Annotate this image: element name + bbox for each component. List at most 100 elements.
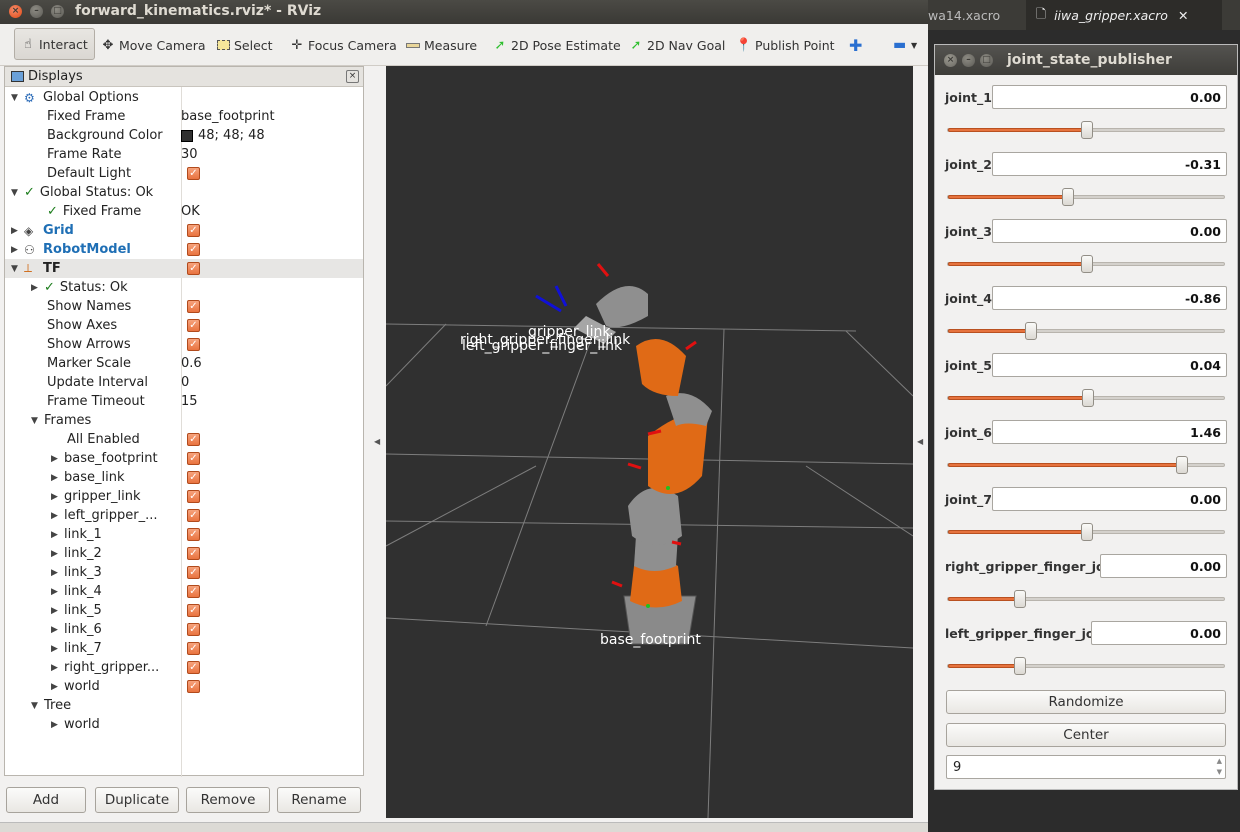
move-camera-tool-button[interactable]: ✥ Move Camera <box>101 33 206 57</box>
row-value[interactable]: ✓ <box>181 620 200 639</box>
row-value[interactable]: 30 <box>181 145 198 164</box>
focus-camera-tool-button[interactable]: ✛ Focus Camera <box>290 33 397 57</box>
3d-viewport[interactable]: gripper_link right_gripper_finger_link l… <box>386 66 913 818</box>
frame-item[interactable]: ▶ right_gripper... ✓ <box>5 658 363 677</box>
minimize-window-button[interactable]: – <box>30 5 43 18</box>
frame-item[interactable]: ▶ base_link ✓ <box>5 468 363 487</box>
slider-thumb[interactable] <box>1082 389 1095 407</box>
row-value[interactable]: ✓ <box>181 221 200 240</box>
joint-value-field[interactable]: -0.86 <box>992 286 1227 310</box>
collapse-arrow-icon[interactable]: ▶ <box>51 587 61 597</box>
joint-value-field[interactable]: -0.31 <box>992 152 1227 176</box>
spin-down-icon[interactable]: ▼ <box>1217 768 1222 776</box>
checkbox[interactable]: ✓ <box>187 547 200 560</box>
interact-tool-button[interactable]: ☝ Interact <box>14 28 95 60</box>
maximize-window-button[interactable]: □ <box>51 5 64 18</box>
slider-thumb[interactable] <box>1014 590 1027 608</box>
slider-thumb[interactable] <box>1061 188 1074 206</box>
global-status-row[interactable]: ▼ ✓ Global Status: Ok <box>5 183 363 202</box>
row-value[interactable]: ✓ <box>181 164 200 183</box>
measure-tool-button[interactable]: Measure <box>406 33 477 57</box>
collapse-arrow-icon[interactable]: ▶ <box>11 245 21 255</box>
row-value[interactable]: ✓ <box>181 639 200 658</box>
slider-thumb[interactable] <box>1081 523 1093 541</box>
frame-item[interactable]: ▶ link_4 ✓ <box>5 582 363 601</box>
checkbox[interactable]: ✓ <box>187 300 200 313</box>
row-value[interactable]: ✓ <box>181 316 200 335</box>
status-fixed-frame-row[interactable]: ✓ Fixed Frame OK <box>5 202 363 221</box>
joint-value-field[interactable]: 0.00 <box>992 85 1227 109</box>
checkbox[interactable]: ✓ <box>187 604 200 617</box>
collapse-arrow-icon[interactable]: ▶ <box>51 454 61 464</box>
row-value[interactable]: ✓ <box>181 297 200 316</box>
frame-item[interactable]: ▶ link_1 ✓ <box>5 525 363 544</box>
show-axes-row[interactable]: Show Axes ✓ <box>5 316 363 335</box>
collapse-arrow-icon[interactable]: ▶ <box>51 492 61 502</box>
collapse-arrow-icon[interactable]: ▶ <box>31 283 41 293</box>
slider-thumb[interactable] <box>1014 657 1027 675</box>
show-arrows-row[interactable]: Show Arrows ✓ <box>5 335 363 354</box>
collapse-arrow-icon[interactable]: ▶ <box>11 226 21 236</box>
collapse-arrow-icon[interactable]: ▶ <box>51 530 61 540</box>
frame-timeout-row[interactable]: Frame Timeout 15 <box>5 392 363 411</box>
grid-display-row[interactable]: ▶ ◈ Grid ✓ <box>5 221 363 240</box>
close-panel-icon[interactable]: × <box>346 70 359 83</box>
joint-slider[interactable] <box>947 456 1225 474</box>
row-value[interactable]: ✓ <box>181 601 200 620</box>
collapse-arrow-icon[interactable]: ▶ <box>51 682 61 692</box>
checkbox[interactable]: ✓ <box>187 452 200 465</box>
show-names-row[interactable]: Show Names ✓ <box>5 297 363 316</box>
row-value[interactable]: ✓ <box>181 240 200 259</box>
row-value[interactable]: ✓ <box>181 487 200 506</box>
frame-item[interactable]: ▶ world ✓ <box>5 677 363 696</box>
frame-item[interactable]: ▶ link_3 ✓ <box>5 563 363 582</box>
global-options-row[interactable]: ▼ ⚙ Global Options <box>5 88 363 107</box>
checkbox[interactable]: ✓ <box>187 623 200 636</box>
row-value[interactable]: ✓ <box>181 563 200 582</box>
joint-slider[interactable] <box>947 657 1225 675</box>
slider-thumb[interactable] <box>1175 456 1188 474</box>
tree-world-row[interactable]: ▶ world <box>5 715 363 734</box>
expand-arrow-icon[interactable]: ▼ <box>11 264 21 274</box>
joint-value-field[interactable]: 0.00 <box>992 219 1227 243</box>
joint-slider[interactable] <box>947 322 1225 340</box>
row-value[interactable]: ✓ <box>181 430 200 449</box>
tf-status-row[interactable]: ▶ ✓ Status: Ok <box>5 278 363 297</box>
frame-item[interactable]: ▶ link_2 ✓ <box>5 544 363 563</box>
publish-point-tool-button[interactable]: 📍 Publish Point <box>736 33 835 57</box>
update-interval-row[interactable]: Update Interval 0 <box>5 373 363 392</box>
checkbox[interactable]: ✓ <box>187 224 200 237</box>
all-enabled-row[interactable]: All Enabled ✓ <box>5 430 363 449</box>
row-value[interactable]: ✓ <box>181 449 200 468</box>
joint-slider[interactable] <box>947 188 1225 206</box>
slider-thumb[interactable] <box>1081 121 1093 139</box>
collapse-arrow-icon[interactable]: ▶ <box>51 644 61 654</box>
joint-slider[interactable] <box>947 121 1225 139</box>
checkbox[interactable]: ✓ <box>187 585 200 598</box>
nav-goal-tool-button[interactable]: ➚ 2D Nav Goal <box>629 33 726 57</box>
checkbox[interactable]: ✓ <box>187 680 200 693</box>
checkbox[interactable]: ✓ <box>187 167 200 180</box>
row-value[interactable]: 15 <box>181 392 198 411</box>
close-window-button[interactable]: × <box>944 54 957 67</box>
collapse-left-arrow-icon[interactable]: ◀ <box>374 437 380 446</box>
editor-tab-wa14[interactable]: wa14.xacro <box>928 0 1018 30</box>
joint-value-field[interactable]: 1.46 <box>992 420 1227 444</box>
row-value[interactable]: base_footprint <box>181 107 275 126</box>
checkbox[interactable]: ✓ <box>187 243 200 256</box>
row-value[interactable]: ✓ <box>181 544 200 563</box>
joint-slider[interactable] <box>947 590 1225 608</box>
row-value[interactable]: ✓ <box>181 525 200 544</box>
joint-value-field[interactable]: 0.00 <box>1091 621 1227 645</box>
center-button[interactable]: Center <box>946 723 1226 747</box>
collapse-arrow-icon[interactable]: ▶ <box>51 606 61 616</box>
editor-tab-iiwa-gripper[interactable]: 🗋 iiwa_gripper.xacro ✕ <box>1026 0 1222 30</box>
frame-item[interactable]: ▶ link_6 ✓ <box>5 620 363 639</box>
joint-value-field[interactable]: 0.00 <box>1100 554 1227 578</box>
row-value[interactable]: 48; 48; 48 <box>181 126 265 145</box>
row-value[interactable]: 0 <box>181 373 189 392</box>
expand-arrow-icon[interactable]: ▼ <box>11 188 21 198</box>
remove-display-button[interactable]: Remove <box>186 787 270 813</box>
frame-rate-row[interactable]: Frame Rate 30 <box>5 145 363 164</box>
add-tool-plus-icon[interactable]: ✚ <box>849 33 862 57</box>
